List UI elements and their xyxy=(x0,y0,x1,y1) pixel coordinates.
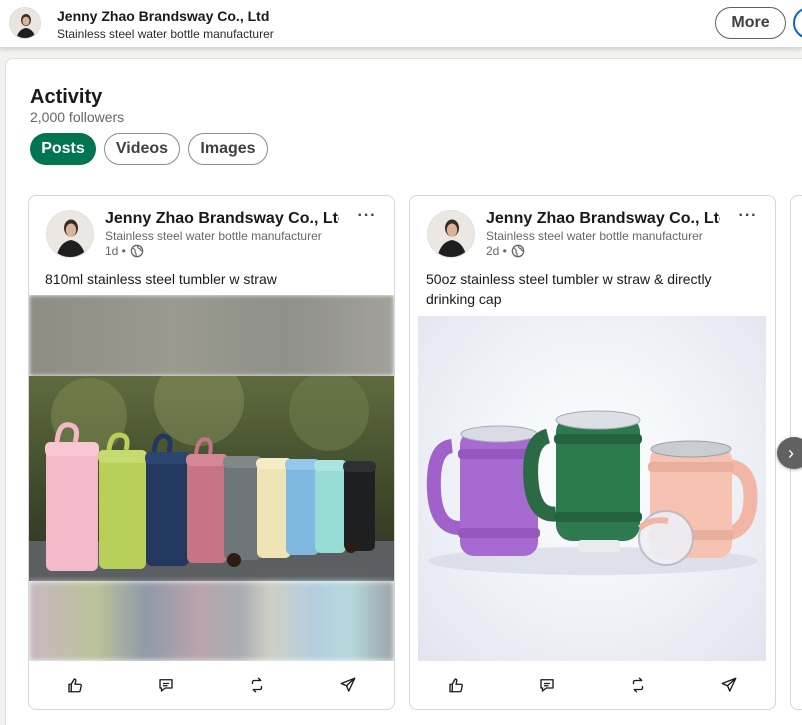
author-subtitle: Stainless steel water bottle manufacture… xyxy=(486,229,703,243)
company-header-bar: Jenny Zhao Brandsway Co., Ltd Stainless … xyxy=(0,0,802,48)
author-avatar[interactable] xyxy=(427,210,475,258)
author-name[interactable]: Jenny Zhao Brandsway Co., Ltd xyxy=(486,210,720,228)
post-time-text: 2d • xyxy=(486,244,507,258)
like-icon[interactable] xyxy=(436,669,476,701)
post-time: 2d • xyxy=(486,244,525,258)
post-time: 1d • xyxy=(105,244,144,258)
post-options-icon[interactable]: ··· xyxy=(355,206,379,226)
post-text: 810ml stainless steel tumbler w straw xyxy=(45,271,277,287)
post-time-text: 1d • xyxy=(105,244,126,258)
company-tagline: Stainless steel water bottle manufacture… xyxy=(57,27,274,41)
post-actions xyxy=(29,661,394,709)
tumbler-photo xyxy=(29,376,394,581)
more-button[interactable]: More xyxy=(715,7,786,39)
globe-icon xyxy=(130,244,144,258)
follow-button[interactable] xyxy=(793,7,802,39)
author-avatar[interactable] xyxy=(46,210,94,258)
tab-images[interactable]: Images xyxy=(188,133,268,165)
like-icon[interactable] xyxy=(55,669,95,701)
send-icon[interactable] xyxy=(328,669,368,701)
post-card: Jenny Zhao Brandsway Co., Ltd Stainless … xyxy=(28,195,395,710)
author-name[interactable]: Jenny Zhao Brandsway Co., Ltd xyxy=(105,210,339,228)
company-avatar[interactable] xyxy=(9,7,41,39)
globe-icon xyxy=(511,244,525,258)
comment-icon[interactable] xyxy=(146,669,186,701)
mug-photo xyxy=(426,410,758,575)
repost-icon[interactable] xyxy=(618,669,658,701)
send-icon[interactable] xyxy=(709,669,749,701)
post-actions xyxy=(410,661,775,709)
section-title: Activity xyxy=(30,86,103,108)
company-name[interactable]: Jenny Zhao Brandsway Co., Ltd xyxy=(57,8,269,24)
post-card: Jenny Zhao Brandsway Co., Ltd Stainless … xyxy=(409,195,776,710)
post-options-icon[interactable]: ··· xyxy=(736,206,760,226)
post-text: 50oz stainless steel tumbler w straw & d… xyxy=(426,271,712,307)
post-image[interactable] xyxy=(418,316,766,661)
comment-icon[interactable] xyxy=(527,669,567,701)
image-blur-bottom xyxy=(29,581,394,661)
repost-icon[interactable] xyxy=(237,669,277,701)
tab-posts[interactable]: Posts xyxy=(30,133,96,165)
tab-videos[interactable]: Videos xyxy=(104,133,180,165)
post-image[interactable] xyxy=(29,295,394,661)
author-subtitle: Stainless steel water bottle manufacture… xyxy=(105,229,322,243)
image-blur-top xyxy=(29,295,394,376)
followers-count: 2,000 followers xyxy=(30,109,125,125)
